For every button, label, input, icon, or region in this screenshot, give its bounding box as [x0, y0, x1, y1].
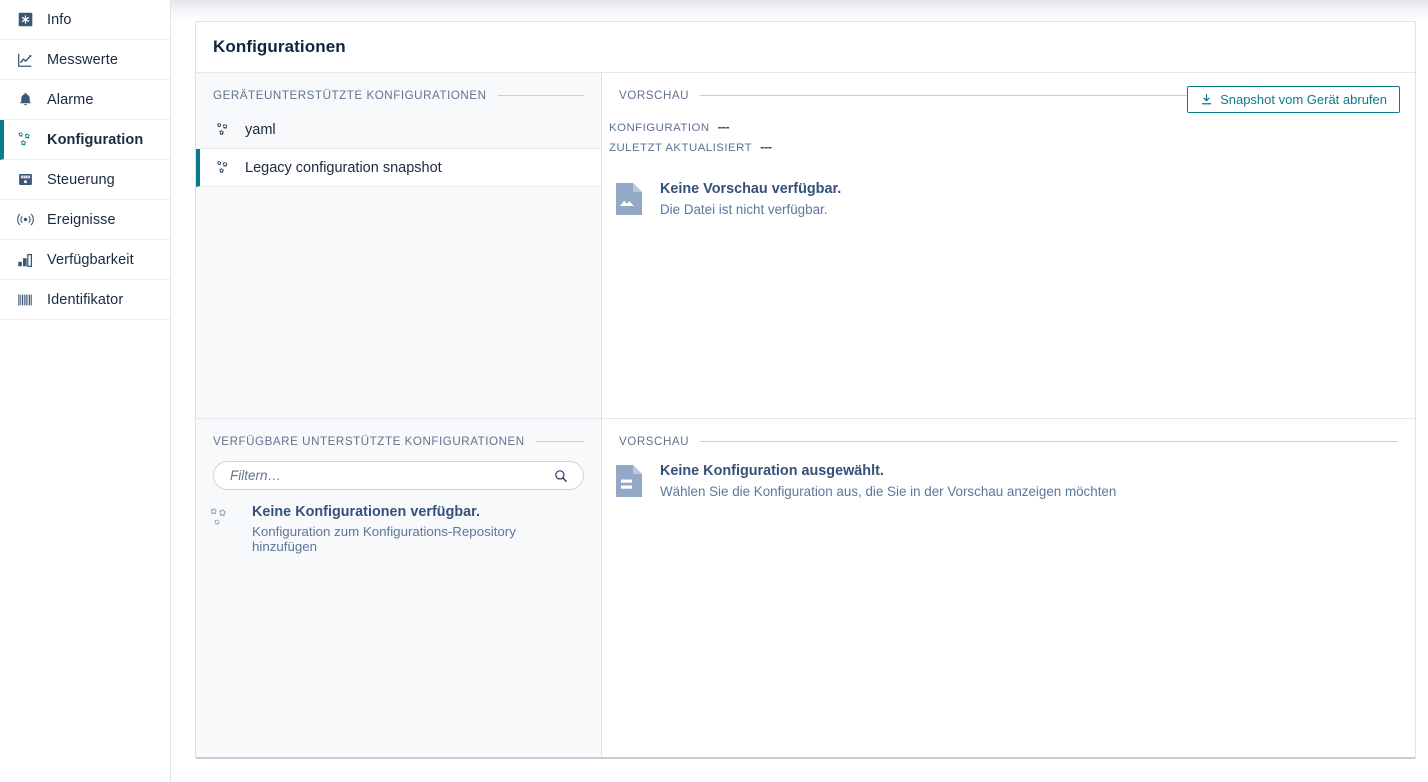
device-config-list: yaml Legacy configuration snapshot [196, 111, 601, 187]
meta-value: --- [717, 119, 730, 134]
search-icon[interactable] [553, 468, 569, 484]
bar-chart-icon [14, 249, 36, 271]
left-column: GERÄTEUNTERSTÜTZTE KONFIGURATIONEN yaml … [196, 73, 602, 757]
device-supported-header: GERÄTEUNTERSTÜTZTE KONFIGURATIONEN [196, 79, 601, 111]
card-header: Konfigurationen [196, 22, 1415, 73]
fetch-snapshot-label: Snapshot vom Gerät abrufen [1220, 92, 1387, 107]
meta-row-zuletzt-aktualisiert: ZULETZT AKTUALISIERT --- [609, 139, 1415, 159]
configurations-page: Info Messwerte Alarme Konfiguration Steu… [0, 0, 1428, 782]
preview-empty-text: Keine Konfiguration ausgewählt. Wählen S… [660, 463, 1116, 499]
file-text-icon [616, 463, 642, 502]
broadcast-icon [14, 209, 36, 231]
gears-icon [213, 158, 233, 178]
list-item-label: yaml [245, 121, 276, 138]
gears-icon [213, 120, 233, 140]
preview-empty-text: Keine Vorschau verfügbar. Die Datei ist … [660, 181, 841, 217]
search-input[interactable] [228, 467, 553, 484]
list-item[interactable]: yaml [196, 111, 601, 149]
main-content: Konfigurationen GERÄTEUNTERSTÜTZTE KONFI… [171, 0, 1428, 782]
sidebar-item-label: Messwerte [47, 51, 118, 68]
empty-state-title: Keine Konfigurationen verfügbar. [252, 504, 480, 520]
section-label: VORSCHAU [619, 434, 690, 448]
fetch-snapshot-button[interactable]: Snapshot vom Gerät abrufen [1187, 86, 1400, 113]
section-label: VERFÜGBARE UNTERSTÜTZTE KONFIGURATIONEN [213, 434, 525, 448]
sidebar-item-ereignisse[interactable]: Ereignisse [0, 200, 170, 240]
gauge-icon [14, 169, 36, 191]
available-supported-section: VERFÜGBARE UNTERSTÜTZTE KONFIGURATIONEN [196, 419, 601, 757]
sidebar-item-messwerte[interactable]: Messwerte [0, 40, 170, 80]
barcode-icon [14, 289, 36, 311]
section-divider [535, 440, 584, 442]
preview-empty-subtitle: Wählen Sie die Konfiguration aus, die Si… [660, 484, 1117, 499]
gears-icon [14, 129, 36, 151]
sidebar-item-label: Konfiguration [47, 131, 144, 148]
sidebar-item-info[interactable]: Info [0, 0, 170, 40]
available-supported-header: VERFÜGBARE UNTERSTÜTZTE KONFIGURATIONEN [196, 425, 601, 457]
download-icon [1200, 93, 1213, 106]
available-configs-empty-state: Keine Konfigurationen verfügbar. Konfigu… [196, 490, 601, 554]
sidebar-item-alarme[interactable]: Alarme [0, 80, 170, 120]
bell-icon [14, 89, 36, 111]
preview-bottom-empty-state: Keine Konfiguration ausgewählt. Wählen S… [602, 457, 1415, 502]
file-image-icon [616, 181, 642, 220]
section-label: VORSCHAU [619, 88, 690, 102]
meta-key: KONFIGURATION [609, 122, 710, 134]
list-item-label: Legacy configuration snapshot [245, 159, 442, 176]
empty-state-subtitle: Konfiguration zum Konfigurations-Reposit… [252, 524, 516, 554]
page-title: Konfigurationen [213, 37, 346, 56]
right-column: VORSCHAU Snapshot vom Gerät abrufen KONF… [602, 73, 1415, 757]
filter-box[interactable] [213, 461, 584, 490]
preview-empty-subtitle: Die Datei ist nicht verfügbar. [660, 202, 828, 217]
list-item[interactable]: Legacy configuration snapshot [196, 149, 601, 187]
top-shadow [171, 0, 1428, 21]
preview-meta: KONFIGURATION --- ZULETZT AKTUALISIERT -… [602, 111, 1415, 159]
sidebar-item-steuerung[interactable]: Steuerung [0, 160, 170, 200]
gears-icon [204, 504, 238, 532]
card-body: GERÄTEUNTERSTÜTZTE KONFIGURATIONEN yaml … [196, 73, 1415, 757]
line-chart-icon [14, 49, 36, 71]
preview-bottom-section: VORSCHAU Keine Konfiguration ausgewählt.… [602, 419, 1415, 757]
sidebar-item-label: Identifikator [47, 291, 124, 308]
configurations-card: Konfigurationen GERÄTEUNTERSTÜTZTE KONFI… [195, 21, 1416, 759]
sidebar-item-konfiguration[interactable]: Konfiguration [0, 120, 170, 160]
section-divider [497, 94, 584, 96]
sidebar-item-label: Steuerung [47, 171, 115, 188]
preview-bottom-header: VORSCHAU [602, 425, 1415, 457]
sidebar-item-verfuegbarkeit[interactable]: Verfügbarkeit [0, 240, 170, 280]
section-divider [700, 440, 1398, 442]
filter-wrapper [196, 457, 601, 490]
meta-row-konfiguration: KONFIGURATION --- [609, 119, 1415, 139]
preview-top-empty-state: Keine Vorschau verfügbar. Die Datei ist … [602, 159, 1415, 220]
sidebar-item-label: Info [47, 11, 72, 28]
section-label: GERÄTEUNTERSTÜTZTE KONFIGURATIONEN [213, 88, 487, 102]
meta-value: --- [760, 139, 772, 154]
sidebar-item-label: Verfügbarkeit [47, 251, 134, 268]
sidebar-item-label: Ereignisse [47, 211, 116, 228]
empty-state-text: Keine Konfigurationen verfügbar. Konfigu… [252, 504, 584, 554]
device-supported-section: GERÄTEUNTERSTÜTZTE KONFIGURATIONEN yaml … [196, 73, 601, 419]
sidebar-nav: Info Messwerte Alarme Konfiguration Steu… [0, 0, 171, 782]
asterisk-box-icon [14, 9, 36, 31]
preview-empty-title: Keine Vorschau verfügbar. [660, 181, 842, 197]
sidebar-item-identifikator[interactable]: Identifikator [0, 280, 170, 320]
meta-key: ZULETZT AKTUALISIERT [609, 142, 753, 154]
preview-top-section: VORSCHAU Snapshot vom Gerät abrufen KONF… [602, 73, 1415, 419]
sidebar-item-label: Alarme [47, 91, 94, 108]
preview-empty-title: Keine Konfiguration ausgewählt. [660, 463, 884, 479]
